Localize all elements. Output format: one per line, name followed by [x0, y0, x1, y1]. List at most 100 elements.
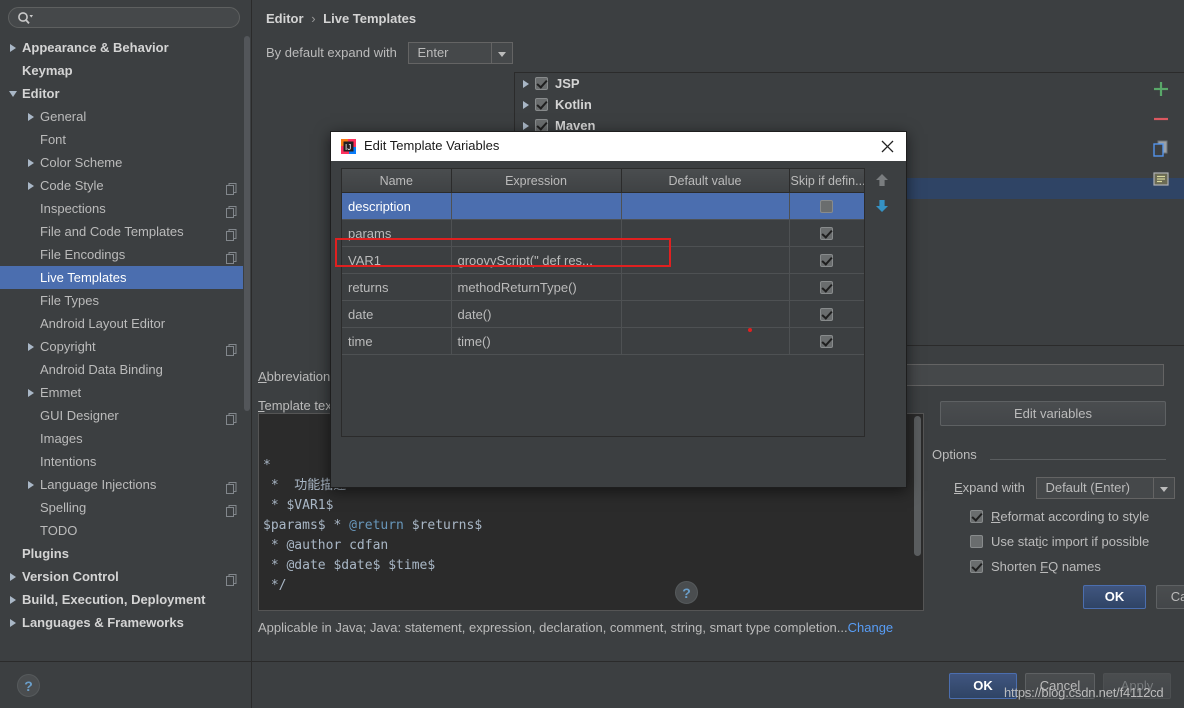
sidebar-item-file-types[interactable]: File Types [0, 289, 243, 312]
copy-settings-icon[interactable] [226, 340, 237, 356]
cell-skip-if-defined[interactable] [789, 192, 864, 220]
chevron-right-icon[interactable] [26, 151, 40, 174]
skip-if-defined-checkbox[interactable] [820, 280, 833, 294]
column-header-default-value[interactable]: Default value [621, 169, 790, 193]
sidebar-item-font[interactable]: Font [0, 128, 243, 151]
cell-skip-if-defined[interactable] [789, 327, 864, 355]
chevron-right-icon[interactable] [26, 335, 40, 358]
sidebar-item-editor[interactable]: Editor [0, 82, 243, 105]
cell-skip-if-defined[interactable] [789, 273, 864, 301]
table-row[interactable]: VAR1 groovyScript(" def res... [342, 246, 864, 274]
default-expand-select[interactable]: Enter [408, 42, 514, 64]
cell-expression[interactable]: methodReturnType() [451, 273, 622, 301]
chevron-right-icon[interactable] [26, 174, 40, 197]
expand-with-select[interactable]: Default (Enter) [1036, 477, 1176, 499]
chevron-right-icon[interactable] [8, 611, 22, 634]
column-header-skip-if-defin[interactable]: Skip if defin... [789, 169, 864, 193]
chevron-right-icon[interactable] [521, 73, 535, 94]
close-icon[interactable] [879, 138, 896, 155]
option-use-static-import-if-possible[interactable]: Use static import if possible [970, 531, 1149, 553]
chevron-right-icon[interactable] [26, 381, 40, 404]
template-enabled-checkbox[interactable] [535, 77, 548, 90]
template-enabled-checkbox[interactable] [535, 98, 548, 111]
copy-settings-icon[interactable] [226, 179, 237, 195]
dialog-help-button[interactable]: ? [675, 581, 698, 604]
table-row[interactable]: description [342, 192, 864, 220]
chevron-right-icon[interactable] [26, 473, 40, 496]
checkbox[interactable] [970, 535, 983, 548]
breadcrumb-root[interactable]: Editor [266, 11, 304, 26]
sidebar-item-todo[interactable]: TODO [0, 519, 243, 542]
cell-expression[interactable]: date() [451, 300, 622, 328]
skip-if-defined-checkbox[interactable] [820, 307, 833, 321]
duplicate-template-button[interactable] [1148, 136, 1174, 162]
copy-settings-icon[interactable] [226, 501, 237, 517]
sidebar-item-images[interactable]: Images [0, 427, 243, 450]
restore-defaults-button[interactable] [1148, 166, 1174, 192]
cell-expression[interactable] [451, 219, 622, 247]
skip-if-defined-checkbox[interactable] [820, 199, 833, 213]
table-row[interactable]: time time() [342, 327, 864, 355]
sidebar-item-plugins[interactable]: Plugins [0, 542, 243, 565]
option-reformat-according-to-style[interactable]: Reformat according to style [970, 506, 1149, 528]
template-group-row[interactable]: JSP [515, 73, 1184, 94]
template-group-row[interactable]: Kotlin [515, 94, 1184, 115]
sidebar-item-languages-frameworks[interactable]: Languages & Frameworks [0, 611, 243, 634]
copy-settings-icon[interactable] [226, 248, 237, 264]
sidebar-item-spelling[interactable]: Spelling [0, 496, 243, 519]
search-input[interactable] [8, 7, 240, 28]
sidebar-item-keymap[interactable]: Keymap [0, 59, 243, 82]
sidebar-item-android-layout-editor[interactable]: Android Layout Editor [0, 312, 243, 335]
add-template-button[interactable] [1148, 76, 1174, 102]
checkbox[interactable] [970, 560, 983, 573]
sidebar-item-gui-designer[interactable]: GUI Designer [0, 404, 243, 427]
cell-name[interactable]: date [342, 300, 452, 328]
sidebar-item-build-execution-deployment[interactable]: Build, Execution, Deployment [0, 588, 243, 611]
cell-default[interactable] [621, 273, 790, 301]
sidebar-item-intentions[interactable]: Intentions [0, 450, 243, 473]
copy-settings-icon[interactable] [226, 409, 237, 425]
sidebar-item-code-style[interactable]: Code Style [0, 174, 243, 197]
cell-skip-if-defined[interactable] [789, 300, 864, 328]
change-context-link[interactable]: Change [848, 620, 894, 635]
table-row[interactable]: date date() [342, 300, 864, 328]
sidebar-item-file-encodings[interactable]: File Encodings [0, 243, 243, 266]
sidebar-scrollbar[interactable] [244, 36, 250, 411]
edit-variables-button[interactable]: Edit variables [940, 401, 1166, 426]
table-row[interactable]: params [342, 219, 864, 247]
skip-if-defined-checkbox[interactable] [820, 226, 833, 240]
sidebar-item-emmet[interactable]: Emmet [0, 381, 243, 404]
copy-settings-icon[interactable] [226, 570, 237, 586]
cell-name[interactable]: VAR1 [342, 246, 452, 274]
cell-expression[interactable]: time() [451, 327, 622, 355]
sidebar-item-language-injections[interactable]: Language Injections [0, 473, 243, 496]
dialog-ok-button[interactable]: OK [1083, 585, 1146, 609]
cell-expression[interactable] [451, 192, 622, 220]
table-row[interactable]: returns methodReturnType() [342, 273, 864, 301]
cell-default[interactable] [621, 300, 790, 328]
cell-skip-if-defined[interactable] [789, 219, 864, 247]
cell-default[interactable] [621, 246, 790, 274]
skip-if-defined-checkbox[interactable] [820, 253, 833, 267]
sidebar-item-general[interactable]: General [0, 105, 243, 128]
copy-settings-icon[interactable] [226, 478, 237, 494]
sidebar-tree[interactable]: Appearance & Behavior Keymap Editor General… [0, 36, 243, 661]
chevron-right-icon[interactable] [8, 565, 22, 588]
checkbox[interactable] [970, 510, 983, 523]
sidebar-item-copyright[interactable]: Copyright [0, 335, 243, 358]
chevron-right-icon[interactable] [26, 105, 40, 128]
sidebar-item-version-control[interactable]: Version Control [0, 565, 243, 588]
cell-default[interactable] [621, 327, 790, 355]
cell-default[interactable] [621, 192, 790, 220]
remove-template-button[interactable] [1148, 106, 1174, 132]
column-header-name[interactable]: Name [342, 169, 452, 193]
chevron-right-icon[interactable] [8, 588, 22, 611]
column-header-expression[interactable]: Expression [451, 169, 622, 193]
dialog-cancel-button[interactable]: Cancel [1156, 585, 1184, 609]
chevron-right-icon[interactable] [521, 94, 535, 115]
copy-settings-icon[interactable] [226, 202, 237, 218]
variables-table[interactable]: Name Expression Default value Skip if defin… [341, 168, 865, 437]
sidebar-item-inspections[interactable]: Inspections [0, 197, 243, 220]
sidebar-item-android-data-binding[interactable]: Android Data Binding [0, 358, 243, 381]
cell-name[interactable]: description [342, 192, 452, 220]
